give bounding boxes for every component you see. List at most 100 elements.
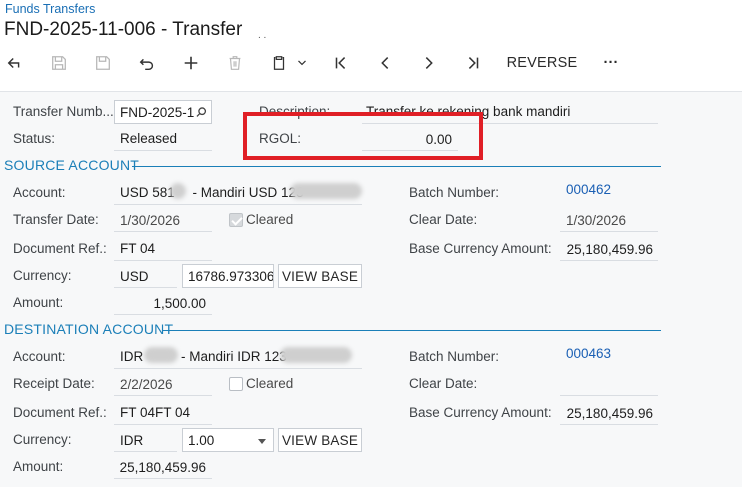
destination-rate-value: 1.00 bbox=[188, 432, 215, 448]
destination-account-section-title[interactable]: DESTINATION ACCOUNT bbox=[4, 321, 173, 337]
transfer-date-underline bbox=[114, 231, 212, 232]
destination-account-code: IDR bbox=[120, 349, 144, 364]
source-account-field[interactable]: USD 581 - Mandiri USD 123 bbox=[120, 185, 304, 200]
status-label: Status: bbox=[13, 131, 56, 146]
destination-clear-date-label: Clear Date: bbox=[409, 376, 478, 391]
receipt-date-value[interactable]: 2/2/2026 bbox=[120, 377, 173, 392]
source-account-description: - Mandiri USD 123 bbox=[188, 185, 304, 200]
title-suffix-mark: . . bbox=[258, 30, 267, 41]
destination-batch-number-label: Batch Number: bbox=[409, 349, 500, 364]
plus-icon bbox=[184, 56, 198, 70]
trash-icon bbox=[229, 56, 241, 70]
status-value: Released bbox=[120, 131, 178, 146]
source-rate-field[interactable]: 16786.9733067 bbox=[182, 264, 274, 288]
first-icon bbox=[335, 57, 346, 69]
last-icon bbox=[468, 57, 479, 69]
destination-account-description: - Mandiri IDR 123 bbox=[177, 349, 287, 364]
receipt-date-label: Receipt Date: bbox=[13, 376, 95, 391]
add-button[interactable] bbox=[180, 48, 202, 78]
redaction-blur bbox=[144, 347, 178, 363]
source-base-amount-underline bbox=[560, 260, 658, 261]
destination-currency-label: Currency: bbox=[13, 432, 72, 447]
save-close-button[interactable] bbox=[92, 48, 114, 78]
status-underline bbox=[114, 150, 212, 151]
source-amount-underline bbox=[114, 314, 212, 315]
destination-clear-date-underline bbox=[560, 395, 658, 396]
source-document-ref-underline bbox=[114, 260, 212, 261]
caret-down-icon bbox=[258, 439, 266, 444]
destination-rate-select[interactable]: 1.00 bbox=[182, 428, 274, 452]
rgol-highlight-box bbox=[243, 112, 483, 160]
chevron-left-icon bbox=[381, 57, 389, 69]
undo-button[interactable] bbox=[136, 48, 158, 78]
breadcrumb[interactable]: Funds Transfers bbox=[5, 2, 95, 16]
source-cleared-checkbox[interactable] bbox=[229, 213, 243, 227]
clipboard-icon bbox=[273, 56, 285, 70]
destination-amount-label: Amount: bbox=[13, 459, 64, 474]
toolbar: REVERSE ··· bbox=[0, 48, 742, 78]
source-account-section-title[interactable]: SOURCE ACCOUNT bbox=[4, 157, 139, 173]
search-icon[interactable] bbox=[195, 106, 208, 119]
save-close-icon bbox=[96, 56, 110, 70]
destination-section-rule bbox=[163, 330, 661, 331]
transfer-number-field[interactable]: FND-2025-1 bbox=[114, 100, 212, 124]
destination-document-ref-value[interactable]: FT 04FT 04 bbox=[120, 405, 190, 420]
source-base-amount-label: Base Currency Amount: bbox=[409, 241, 552, 256]
source-view-base-button[interactable]: VIEW BASE bbox=[278, 264, 362, 288]
reverse-button[interactable]: REVERSE bbox=[505, 48, 579, 78]
last-record-button[interactable] bbox=[462, 48, 484, 78]
destination-amount-underline bbox=[114, 478, 212, 479]
destination-document-ref-label: Document Ref.: bbox=[13, 405, 107, 420]
next-record-button[interactable] bbox=[418, 48, 440, 78]
redaction-blur bbox=[280, 347, 352, 363]
source-account-label: Account: bbox=[13, 185, 66, 200]
destination-cleared-checkbox[interactable] bbox=[229, 377, 243, 391]
source-cleared-label: Cleared bbox=[246, 212, 294, 227]
first-record-button[interactable] bbox=[330, 48, 352, 78]
receipt-date-underline bbox=[114, 395, 212, 396]
redaction-blur bbox=[170, 183, 186, 199]
page-title: FND-2025-11-006 - Transfer bbox=[4, 19, 243, 40]
destination-base-amount-value: 25,180,459.96 bbox=[566, 406, 653, 421]
transfer-date-label: Transfer Date: bbox=[13, 212, 99, 227]
previous-record-button[interactable] bbox=[374, 48, 396, 78]
back-button[interactable] bbox=[4, 48, 26, 78]
clipboard-button[interactable] bbox=[268, 48, 290, 78]
clipboard-dropdown[interactable] bbox=[294, 48, 310, 78]
source-currency-underline bbox=[114, 287, 177, 288]
source-amount-label: Amount: bbox=[13, 295, 64, 310]
destination-batch-number-link[interactable]: 000463 bbox=[566, 346, 611, 361]
transfer-number-label: Transfer Numb... bbox=[13, 104, 114, 119]
destination-base-amount-label: Base Currency Amount: bbox=[409, 405, 552, 420]
destination-account-underline bbox=[114, 368, 362, 369]
save-button[interactable] bbox=[48, 48, 70, 78]
source-account-underline bbox=[114, 204, 362, 205]
source-base-amount-value: 25,180,459.96 bbox=[566, 242, 653, 257]
source-batch-number-link[interactable]: 000462 bbox=[566, 182, 611, 197]
source-rate-value: 16786.9733067 bbox=[188, 268, 274, 284]
source-document-ref-value[interactable]: FT 04 bbox=[120, 241, 155, 256]
save-icon bbox=[52, 56, 66, 70]
destination-account-label: Account: bbox=[13, 349, 66, 364]
destination-document-ref-underline bbox=[114, 424, 212, 425]
source-currency-label: Currency: bbox=[13, 268, 72, 283]
chevron-right-icon bbox=[425, 57, 433, 69]
source-clear-date-underline bbox=[560, 231, 658, 232]
destination-view-base-button[interactable]: VIEW BASE bbox=[278, 428, 362, 452]
source-section-rule bbox=[132, 166, 661, 167]
destination-base-amount-underline bbox=[560, 424, 658, 425]
source-clear-date-value[interactable]: 1/30/2026 bbox=[566, 213, 626, 228]
destination-cleared-label: Cleared bbox=[246, 376, 294, 391]
chevron-down-icon bbox=[298, 60, 306, 66]
destination-currency-value[interactable]: IDR bbox=[120, 433, 143, 448]
more-actions-button[interactable]: ··· bbox=[598, 48, 624, 78]
transfer-date-value[interactable]: 1/30/2026 bbox=[120, 213, 180, 228]
destination-amount-value[interactable]: 25,180,459.96 bbox=[114, 460, 206, 475]
redaction-blur bbox=[290, 183, 362, 199]
source-amount-value[interactable]: 1,500.00 bbox=[114, 296, 206, 311]
source-document-ref-label: Document Ref.: bbox=[13, 241, 107, 256]
source-currency-value[interactable]: USD bbox=[120, 269, 149, 284]
transfer-number-value: FND-2025-1 bbox=[120, 104, 195, 120]
undo-icon bbox=[139, 58, 154, 71]
delete-button[interactable] bbox=[224, 48, 246, 78]
